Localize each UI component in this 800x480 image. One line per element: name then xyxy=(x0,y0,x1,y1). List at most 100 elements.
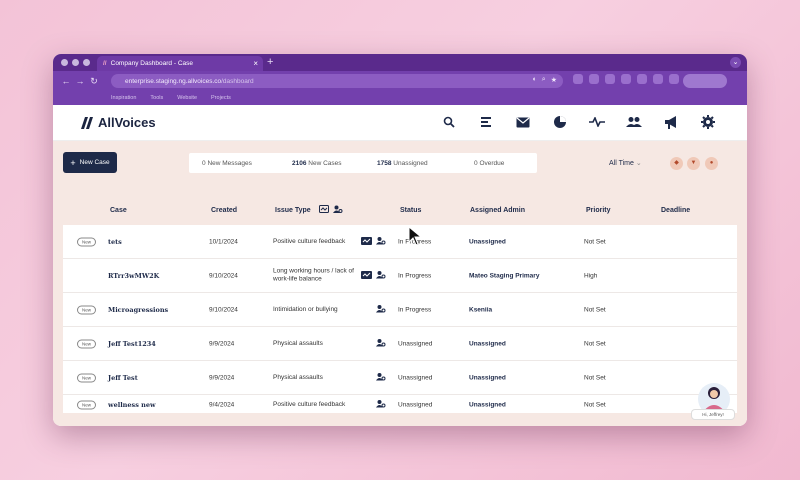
case-name[interactable]: wellness new xyxy=(108,401,156,409)
browser-toolbar: ← → ↻ enterprise.staging.ng.allvoices.co… xyxy=(53,71,747,91)
translate-icon[interactable]: ◐ xyxy=(533,76,537,84)
bookmark-item[interactable]: Projects xyxy=(211,95,231,101)
stat-overdue[interactable]: 0 Overdue xyxy=(474,160,504,167)
priority[interactable]: Not Set xyxy=(584,306,606,313)
search-icon[interactable] xyxy=(440,113,458,131)
table-row[interactable]: New tets 10/1/2024 Positive culture feed… xyxy=(63,225,737,259)
column-case[interactable]: Case xyxy=(110,207,127,214)
column-status[interactable]: Status xyxy=(400,207,421,214)
chevron-down-icon: ⌄ xyxy=(635,160,642,167)
priority[interactable]: Not Set xyxy=(584,374,606,381)
reload-icon[interactable]: ↻ xyxy=(87,76,101,87)
assigned-admin[interactable]: Unassigned xyxy=(469,340,506,347)
extension-icon[interactable] xyxy=(573,74,583,84)
table-row[interactable]: New Jeff Test 9/9/2024 Physical assaults… xyxy=(63,361,737,395)
priority[interactable]: Not Set xyxy=(584,238,606,245)
allvoices-logo[interactable]: AllVoices xyxy=(81,115,156,130)
column-issue-type[interactable]: Issue Type xyxy=(275,207,311,214)
new-badge: New xyxy=(77,400,97,410)
issue-type-card-icon[interactable] xyxy=(319,205,329,215)
cases-list-icon[interactable] xyxy=(477,113,495,131)
new-tab-icon[interactable]: + xyxy=(267,56,273,68)
brand-name: AllVoices xyxy=(98,115,156,130)
tab-search-icon[interactable]: ⌄ xyxy=(730,57,741,68)
stat-label: Overdue xyxy=(479,159,505,167)
bookmark-star-icon[interactable]: ★ xyxy=(551,76,557,84)
table-row[interactable]: New Jeff Test1234 9/9/2024 Physical assa… xyxy=(63,327,737,361)
stat-unassigned[interactable]: 1758 Unassigned xyxy=(377,160,428,167)
chat-widget[interactable]: Hi, Jeffrey! xyxy=(689,381,739,421)
minimize-window-dot[interactable] xyxy=(72,59,79,66)
zoom-icon[interactable]: ⌕ xyxy=(542,76,546,84)
assigned-admin[interactable]: Mateo Staging Primary xyxy=(469,272,539,279)
tab-bar: // Company Dashboard - Case × + ⌄ xyxy=(53,54,747,71)
bookmark-item[interactable]: Website xyxy=(177,95,197,101)
users-icon[interactable] xyxy=(625,113,643,131)
forward-icon[interactable]: → xyxy=(73,76,87,86)
new-case-button[interactable]: + New Case xyxy=(63,152,117,173)
extension-icon[interactable] xyxy=(637,74,647,84)
back-icon[interactable]: ← xyxy=(59,76,73,86)
priority[interactable]: High xyxy=(584,272,597,279)
bookmark-item[interactable]: Tools xyxy=(150,95,163,101)
settings-gear-icon[interactable] xyxy=(699,113,717,131)
created-date: 9/9/2024 xyxy=(209,340,235,347)
case-name[interactable]: tets xyxy=(108,238,122,246)
new-badge: New xyxy=(77,373,97,382)
close-window-dot[interactable] xyxy=(61,59,68,66)
person-search-icon xyxy=(376,372,386,383)
reports-pie-icon[interactable] xyxy=(551,113,569,131)
column-created[interactable]: Created xyxy=(211,207,237,214)
case-name[interactable]: RTrr3wMW2K xyxy=(108,272,159,280)
bookmarks-bar: Inspiration Tools Website Projects xyxy=(53,91,747,105)
stat-new-cases[interactable]: 2106 New Cases xyxy=(292,160,342,167)
browser-tab[interactable]: // Company Dashboard - Case × xyxy=(97,56,263,71)
assigned-admin[interactable]: Unassigned xyxy=(469,402,506,409)
extension-icon[interactable] xyxy=(653,74,663,84)
created-date: 10/1/2024 xyxy=(209,238,238,245)
case-name[interactable]: Jeff Test1234 xyxy=(108,340,156,348)
tag-filter-icon[interactable]: ◆ xyxy=(670,157,683,170)
column-assigned-admin[interactable]: Assigned Admin xyxy=(470,207,525,214)
chat-greeting[interactable]: Hi, Jeffrey! xyxy=(691,409,735,420)
priority[interactable]: Not Set xyxy=(584,402,606,409)
extension-icon[interactable] xyxy=(589,74,599,84)
pulse-icon[interactable] xyxy=(588,113,606,131)
new-badge: New xyxy=(77,237,97,246)
table-row[interactable]: New wellness new 9/4/2024 Positive cultu… xyxy=(63,395,737,413)
url-path: /dashboard xyxy=(221,77,254,85)
column-priority[interactable]: Priority xyxy=(586,207,611,214)
assigned-admin[interactable]: Unassigned xyxy=(469,374,506,381)
profile-button[interactable] xyxy=(683,74,727,88)
time-filter-value: All Time xyxy=(609,160,634,167)
priority[interactable]: Not Set xyxy=(584,340,606,347)
extension-icon[interactable] xyxy=(621,74,631,84)
status: In Progress xyxy=(398,272,432,279)
mouse-cursor-icon xyxy=(408,226,422,246)
issue-type-person-search-icon[interactable] xyxy=(333,205,343,216)
table-row[interactable]: RTrr3wMW2K 9/10/2024 Long working hours … xyxy=(63,259,737,293)
assigned-admin[interactable]: Kseniia xyxy=(469,306,492,313)
issue-card-icon xyxy=(361,270,372,281)
assigned-admin[interactable]: Unassigned xyxy=(469,238,506,245)
stat-new-messages[interactable]: 0 New Messages xyxy=(202,160,252,167)
column-deadline[interactable]: Deadline xyxy=(661,207,690,214)
case-name[interactable]: Microagressions xyxy=(108,306,168,314)
maximize-window-dot[interactable] xyxy=(83,59,90,66)
case-name[interactable]: Jeff Test xyxy=(108,374,138,382)
status: Unassigned xyxy=(398,401,433,409)
close-tab-icon[interactable]: × xyxy=(253,59,258,68)
extension-icon[interactable] xyxy=(669,74,679,84)
address-bar[interactable]: enterprise.staging.ng.allvoices.co/dashb… xyxy=(111,74,563,88)
table-row[interactable]: New Microagressions 9/10/2024 Intimidati… xyxy=(63,293,737,327)
person-search-icon xyxy=(376,304,386,315)
bookmark-item[interactable]: Inspiration xyxy=(111,95,136,101)
messages-icon[interactable] xyxy=(514,113,532,131)
stats-bar: 0 New Messages 2106 New Cases 1758 Unass… xyxy=(189,153,537,173)
funnel-filter-icon[interactable]: ▼ xyxy=(687,157,700,170)
status: In Progress xyxy=(398,306,432,313)
announcements-megaphone-icon[interactable] xyxy=(662,113,680,131)
extension-icon[interactable] xyxy=(605,74,615,84)
person-filter-icon[interactable]: ● xyxy=(705,157,718,170)
time-filter-select[interactable]: All Time ⌄ xyxy=(609,159,642,167)
